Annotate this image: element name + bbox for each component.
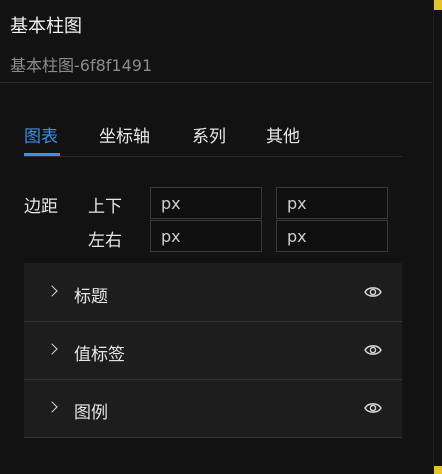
active-tab-indicator: [24, 153, 60, 156]
tab-other[interactable]: 其他: [266, 122, 300, 147]
section-value-label-label: 值标签: [74, 345, 125, 365]
page-title: 基本柱图: [10, 16, 82, 37]
section-value-label-row[interactable]: 值标签: [24, 321, 402, 380]
margin-label: 边距: [24, 197, 58, 217]
chevron-right-icon: [46, 343, 58, 355]
section-legend-row[interactable]: 图例: [24, 379, 402, 438]
left-right-label: 左右: [88, 231, 122, 251]
corner-marker-top: [434, 0, 442, 10]
tab-chart[interactable]: 图表: [24, 122, 58, 147]
margin-bottom-input[interactable]: px: [276, 187, 388, 219]
corner-marker-bottom: [434, 466, 442, 474]
panel-right-divider: [433, 0, 434, 474]
chevron-right-icon: [46, 285, 58, 297]
margin-top-input[interactable]: px: [150, 187, 262, 219]
section-title-row[interactable]: 标题: [24, 263, 402, 322]
eye-icon[interactable]: [364, 401, 382, 415]
eye-icon[interactable]: [364, 285, 382, 299]
tab-series[interactable]: 系列: [192, 122, 226, 147]
section-title-label: 标题: [74, 287, 108, 307]
margin-left-input[interactable]: px: [150, 220, 262, 252]
section-list: 标题 值标签 图例: [24, 263, 402, 438]
chart-id-subtitle: 基本柱图-6f8f1491: [10, 56, 153, 75]
top-bottom-label: 上下: [88, 197, 122, 217]
tab-bar: 图表 坐标轴 系列 其他: [24, 120, 402, 157]
chevron-right-icon: [46, 401, 58, 413]
margin-right-input[interactable]: px: [276, 220, 388, 252]
tab-axis[interactable]: 坐标轴: [99, 122, 150, 147]
panel-header: 基本柱图 基本柱图-6f8f1491: [0, 0, 432, 83]
section-legend-label: 图例: [74, 403, 108, 423]
eye-icon[interactable]: [364, 343, 382, 357]
